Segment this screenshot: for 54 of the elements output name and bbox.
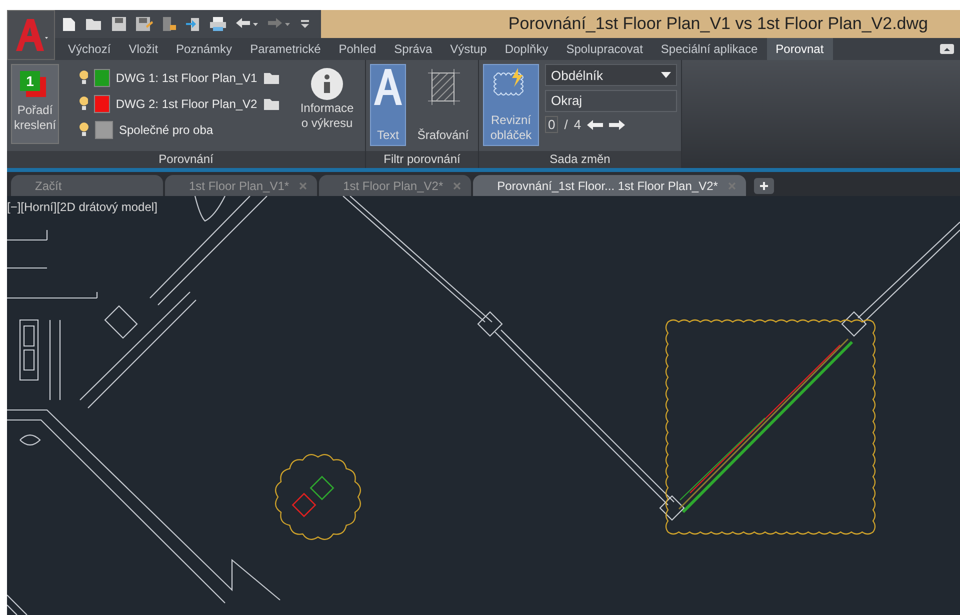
minimize-ribbon-icon[interactable] xyxy=(940,44,954,54)
hatch-icon xyxy=(426,67,460,107)
lightbulb-on-icon[interactable] xyxy=(79,70,88,85)
save-icon[interactable] xyxy=(111,16,127,32)
window-title: Porovnání_1st Floor Plan_V1 vs 1st Floor Plan_V2.dwg xyxy=(508,14,928,34)
ribbon-tab[interactable]: Parametrické xyxy=(241,38,330,60)
draw-order-button[interactable]: 1 Pořadí kreslení xyxy=(11,64,59,144)
ribbon-tab[interactable]: Výchozí xyxy=(59,38,120,60)
change-count: 4 xyxy=(574,117,582,132)
lightbulb-on-icon[interactable] xyxy=(79,96,88,111)
draw-order-badge: 1 xyxy=(20,71,40,91)
previous-arrow-icon[interactable] xyxy=(587,120,604,130)
panel-title: Porovnání xyxy=(7,151,365,168)
color-swatch[interactable] xyxy=(95,120,113,138)
save-as-icon[interactable] xyxy=(135,16,153,32)
upload-icon[interactable] xyxy=(185,16,201,32)
ribbon-tab[interactable]: Vložit xyxy=(120,38,168,60)
panel-title: Sada změn xyxy=(479,151,681,168)
ribbon-tab[interactable]: Porovnat xyxy=(766,38,833,60)
ribbon-tab[interactable]: Výstup xyxy=(441,38,496,60)
removed-element-marker xyxy=(292,492,316,518)
document-tab[interactable]: Porovnání_1st Floor... 1st Floor Plan_V2* xyxy=(473,175,746,196)
print-icon[interactable] xyxy=(209,16,227,32)
viewport-label[interactable]: [−][Horní][2D drátový model] xyxy=(7,200,158,214)
open-folder-icon[interactable] xyxy=(263,96,280,110)
ribbon-tab[interactable]: Poznámky xyxy=(167,38,242,60)
ribbon-tab[interactable]: Pohled xyxy=(330,38,386,60)
counter-separator: / xyxy=(564,117,568,132)
current-change-field[interactable]: 0 xyxy=(545,116,558,133)
ribbon-tab[interactable]: Správa xyxy=(385,38,442,60)
layer-label: DWG 2: 1st Floor Plan_V2 xyxy=(116,96,258,110)
lightbulb-on-icon[interactable] xyxy=(79,122,89,137)
drawing-info-button[interactable]: Informace o výkresu xyxy=(293,64,361,134)
phone-icon[interactable] xyxy=(161,16,177,32)
hatch-filter-button[interactable]: Šrafování xyxy=(412,64,474,146)
ribbon-tab[interactable]: Speciální aplikace xyxy=(652,38,767,60)
color-swatch[interactable] xyxy=(94,94,110,112)
color-swatch[interactable] xyxy=(94,68,110,86)
open-folder-icon[interactable] xyxy=(263,70,280,84)
layer-label: Společné pro oba xyxy=(119,122,214,136)
panel-title: Filtr porovnání xyxy=(366,151,478,168)
added-element-marker xyxy=(310,476,334,500)
new-file-icon[interactable] xyxy=(61,16,77,32)
ribbon-tab[interactable]: Doplňky xyxy=(496,38,558,60)
next-arrow-icon[interactable] xyxy=(609,120,626,130)
shape-dropdown[interactable]: Obdélník xyxy=(545,64,677,86)
layer-label: DWG 1: 1st Floor Plan_V1 xyxy=(116,70,258,84)
ribbon-tab[interactable]: Spolupracovat xyxy=(557,38,652,60)
caret-icon xyxy=(661,72,671,78)
open-folder-icon[interactable] xyxy=(85,16,103,32)
letter-a-icon xyxy=(371,67,405,107)
margin-field[interactable]: Okraj xyxy=(545,90,677,112)
info-icon xyxy=(310,67,344,101)
new-tab-icon[interactable] xyxy=(754,178,774,194)
